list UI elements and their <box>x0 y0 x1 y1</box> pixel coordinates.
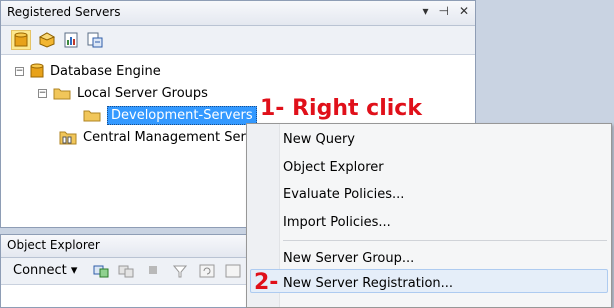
disconnect-server-icon[interactable] <box>118 264 134 278</box>
menu-item-new-server-registration[interactable]: New Server Registration... <box>283 276 453 291</box>
tree-node-development-servers[interactable]: Development-Servers <box>83 105 257 125</box>
analysis-services-button[interactable] <box>37 30 57 50</box>
tree-node-local-server-groups[interactable]: − Local Server Groups <box>38 83 208 103</box>
connect-server-icon[interactable] <box>93 264 109 278</box>
object-explorer-titlebar: Object Explorer <box>1 235 251 258</box>
tree-label: Database Engine <box>50 63 161 79</box>
registered-servers-titlebar: Registered Servers ▾ ⊣ ✕ <box>1 1 475 26</box>
menu-item-evaluate-policies[interactable]: Evaluate Policies... <box>283 187 404 202</box>
tree-node-central-management[interactable]: Central Management Ser <box>59 127 246 147</box>
window-position-icon[interactable]: ▾ <box>422 4 428 18</box>
menu-item-import-policies[interactable]: Import Policies... <box>283 215 391 230</box>
folder-icon <box>53 88 71 100</box>
tree-node-database-engine[interactable]: − Database Engine <box>15 61 161 81</box>
integration-services-icon <box>87 32 103 48</box>
central-management-server-icon <box>59 131 77 145</box>
filter-icon[interactable] <box>173 264 187 278</box>
menu-separator <box>283 240 607 241</box>
database-engine-icon <box>30 63 44 78</box>
close-icon[interactable]: ✕ <box>459 4 469 18</box>
annotation-step-2: 2- <box>254 270 279 295</box>
refresh-icon[interactable] <box>199 264 215 278</box>
analysis-services-icon <box>39 32 55 48</box>
integration-services-button[interactable] <box>85 30 105 50</box>
tree-label: Local Server Groups <box>77 85 208 101</box>
auto-hide-pin-icon[interactable]: ⊣ <box>438 4 448 18</box>
menu-item-object-explorer[interactable]: Object Explorer <box>283 160 384 175</box>
annotation-step-1: 1- Right click <box>260 96 422 121</box>
panel-title: Registered Servers <box>7 5 121 19</box>
object-explorer-toolbar: Connect ▾ <box>1 258 251 285</box>
connect-button[interactable]: Connect ▾ <box>13 263 77 278</box>
summary-icon[interactable] <box>225 264 241 278</box>
tree-label: Central Management Ser <box>83 129 246 145</box>
panel-title: Object Explorer <box>7 238 100 252</box>
reporting-services-icon <box>64 32 78 48</box>
collapse-icon[interactable]: − <box>38 88 47 98</box>
context-menu: New Query Object Explorer Evaluate Polic… <box>246 123 612 308</box>
registered-servers-toolbar <box>1 26 475 55</box>
title-buttons: ▾ ⊣ ✕ <box>422 4 469 18</box>
menu-item-new-server-group[interactable]: New Server Group... <box>283 251 414 266</box>
database-engine-button[interactable] <box>11 30 31 50</box>
stop-icon[interactable] <box>147 264 159 276</box>
collapse-icon[interactable]: − <box>15 66 24 76</box>
folder-icon <box>83 110 101 122</box>
reporting-services-button[interactable] <box>61 30 81 50</box>
database-engine-icon <box>14 32 28 47</box>
object-explorer-panel: Object Explorer Connect ▾ <box>0 234 252 308</box>
selected-tree-label: Development-Servers <box>107 105 257 125</box>
menu-item-new-query[interactable]: New Query <box>283 132 355 147</box>
